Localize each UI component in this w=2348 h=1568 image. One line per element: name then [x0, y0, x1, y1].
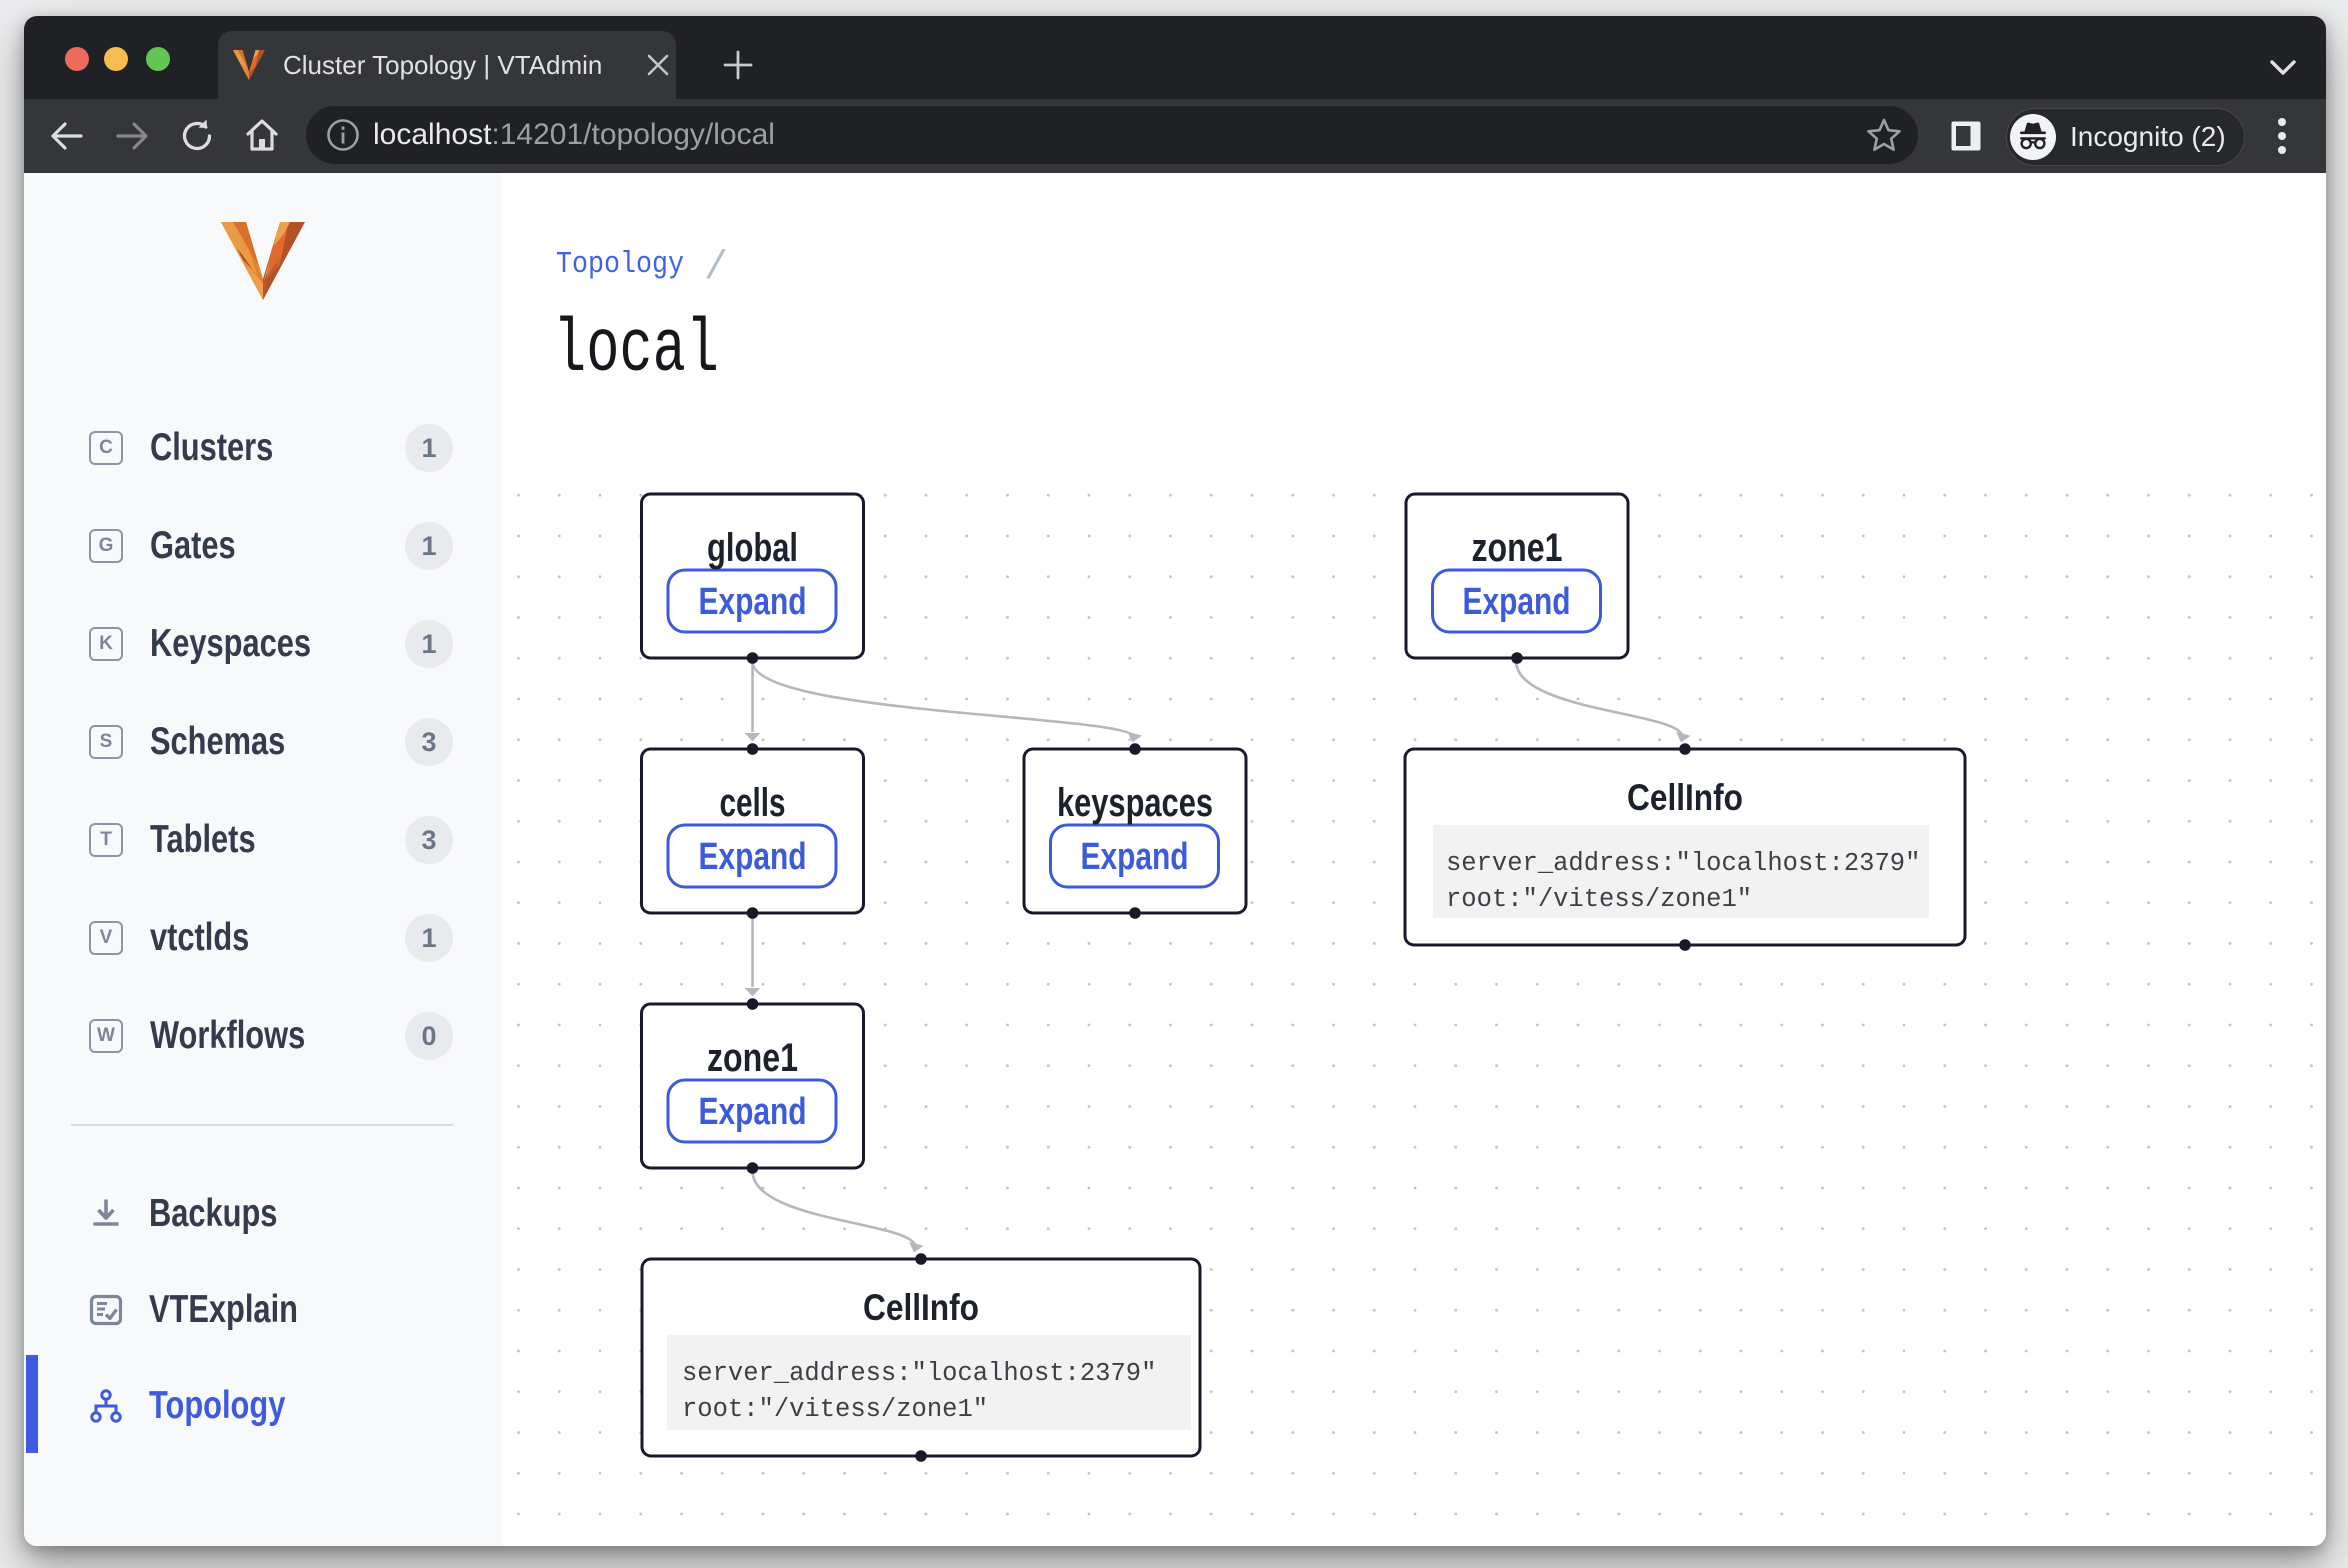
svg-text:Expand: Expand: [699, 1091, 807, 1133]
svg-text:Expand: Expand: [1081, 836, 1189, 878]
svg-text:global: global: [707, 526, 798, 570]
svg-text:zone1: zone1: [707, 1036, 798, 1080]
svg-text:local: local: [553, 308, 719, 393]
svg-text:zone1: zone1: [1472, 526, 1563, 570]
svg-text:Expand: Expand: [699, 581, 807, 623]
svg-text:Topology: Topology: [556, 247, 684, 282]
svg-text:Expand: Expand: [1463, 581, 1571, 623]
svg-text:CellInfo: CellInfo: [863, 1287, 979, 1328]
svg-text:cells: cells: [720, 781, 786, 825]
svg-text:Expand: Expand: [699, 836, 807, 878]
svg-text:keyspaces: keyspaces: [1057, 781, 1213, 825]
svg-text:/: /: [704, 246, 728, 291]
svg-text:CellInfo: CellInfo: [1627, 777, 1743, 818]
svg-text:root:"/vitess/zone1": root:"/vitess/zone1": [1446, 885, 1752, 914]
svg-text:root:"/vitess/zone1": root:"/vitess/zone1": [682, 1395, 988, 1424]
svg-text:server_address:"localhost:2379: server_address:"localhost:2379": [1446, 849, 1920, 878]
svg-text:server_address:"localhost:2379: server_address:"localhost:2379": [682, 1359, 1156, 1388]
